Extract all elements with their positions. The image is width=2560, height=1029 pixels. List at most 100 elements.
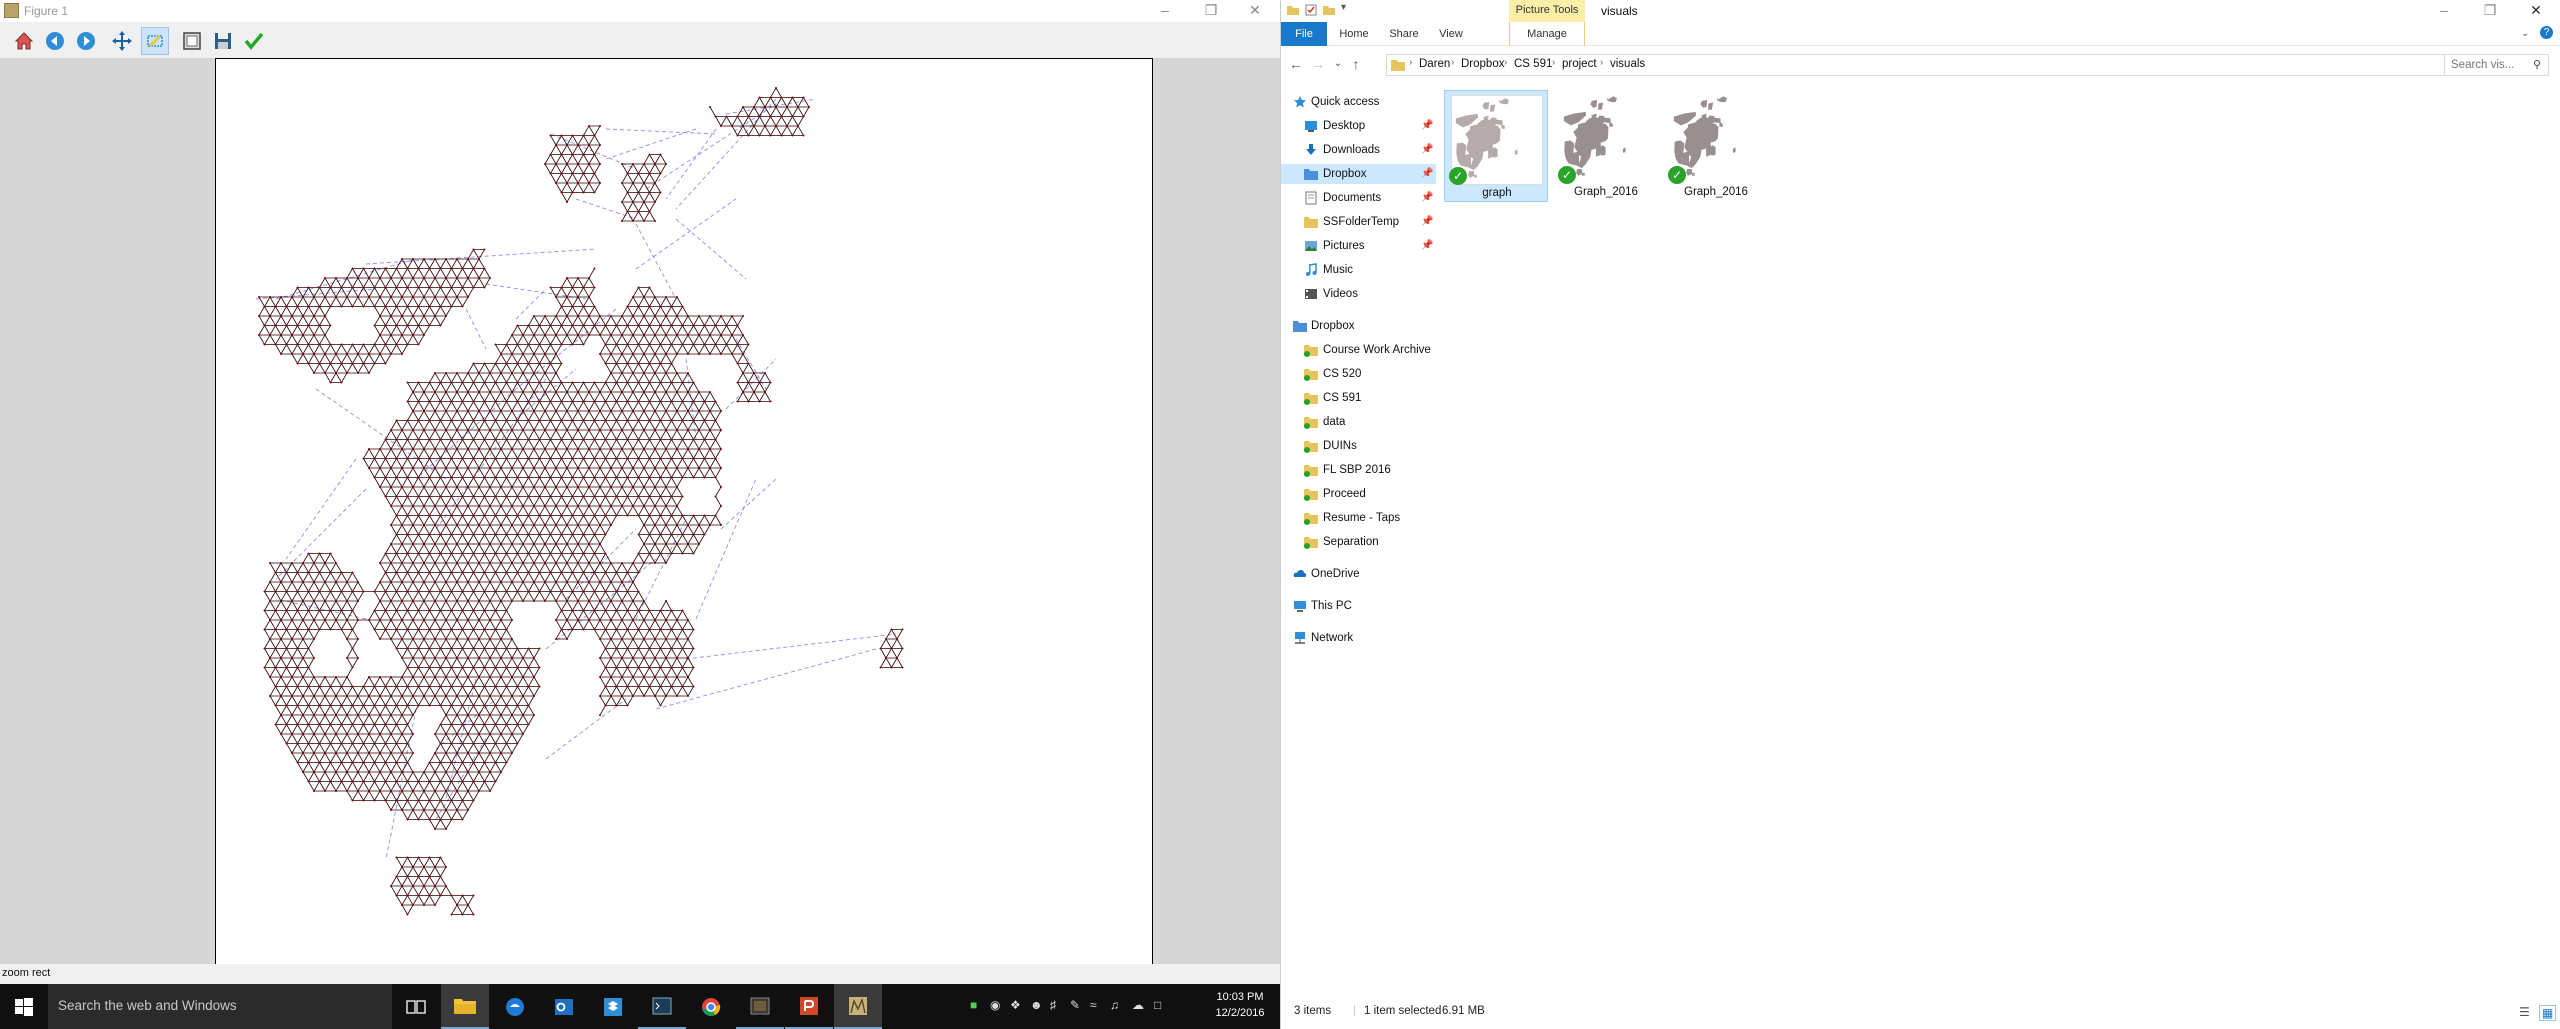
nav-dropbox-folder[interactable]: Separation xyxy=(1281,532,1436,552)
nav-dropbox-folder[interactable]: CS 520 xyxy=(1281,364,1436,384)
tray-lock-icon[interactable]: ◉ xyxy=(990,998,1000,1012)
nav-videos[interactable]: Videos xyxy=(1281,284,1436,304)
taskbar-chrome[interactable] xyxy=(687,984,735,1029)
nav-this-pc[interactable]: This PC xyxy=(1281,596,1436,616)
nav-dropbox-folder[interactable]: DUINs xyxy=(1281,436,1436,456)
close-button[interactable]: ✕ xyxy=(1232,0,1278,22)
nav-quick-access[interactable]: Quick access xyxy=(1281,92,1436,112)
windows-logo-icon xyxy=(15,997,33,1016)
explorer-maximize-button[interactable]: ❐ xyxy=(2467,0,2513,22)
properties-icon[interactable] xyxy=(1305,4,1317,16)
taskbar-edge[interactable] xyxy=(491,984,539,1029)
tab-file[interactable]: File xyxy=(1281,22,1327,46)
nav-pictures[interactable]: Pictures 📌 xyxy=(1281,236,1436,256)
nav-ssfoldertemp[interactable]: SSFolderTemp 📌 xyxy=(1281,212,1436,232)
nav-dropbox-folder[interactable]: Course Work Archive xyxy=(1281,340,1436,360)
ribbon-expand-icon[interactable]: ⌄ xyxy=(2521,28,2529,39)
thumbnail-region xyxy=(1701,113,1707,119)
pin-icon: 📌 xyxy=(1421,192,1434,203)
taskbar-dropbox[interactable] xyxy=(589,984,637,1029)
task-view-button[interactable] xyxy=(392,984,440,1029)
tab-share[interactable]: Share xyxy=(1381,22,1427,46)
nav-onedrive[interactable]: OneDrive xyxy=(1281,564,1436,584)
taskbar-outlook[interactable] xyxy=(540,984,588,1029)
taskbar-search[interactable]: Search the web and Windows xyxy=(48,984,392,1029)
dashed-edge xyxy=(445,678,477,800)
breadcrumb-visuals[interactable]: visuals xyxy=(1610,58,1645,70)
thumbnail-graph xyxy=(1563,96,1626,176)
edit-button[interactable] xyxy=(240,27,268,55)
new-folder-icon[interactable] xyxy=(1323,4,1335,16)
large-icons-view-icon[interactable]: ▦ xyxy=(2539,1005,2557,1021)
save-button[interactable] xyxy=(209,27,237,55)
nav-desktop[interactable]: Desktop 📌 xyxy=(1281,116,1436,136)
explorer-minimize-button[interactable]: – xyxy=(2421,0,2467,22)
search-box[interactable]: ⚲ xyxy=(2444,54,2549,76)
tray-dropbox-icon[interactable]: ❖ xyxy=(1010,998,1021,1012)
sync-status-icon: ✓ xyxy=(1558,166,1576,184)
home-button[interactable] xyxy=(10,27,38,55)
taskbar-media[interactable] xyxy=(736,984,784,1029)
file-item-graph-2016-b[interactable]: ✓ Graph_2016 xyxy=(1664,90,1768,202)
tab-home[interactable]: Home xyxy=(1331,22,1377,46)
pan-button[interactable] xyxy=(108,27,136,55)
back-button[interactable] xyxy=(41,27,69,55)
search-input[interactable] xyxy=(2445,55,2525,75)
explorer-close-button[interactable]: ✕ xyxy=(2513,0,2559,22)
breadcrumb-daren[interactable]: Daren xyxy=(1419,58,1450,70)
downloads-icon xyxy=(1306,144,1316,155)
forward-button[interactable] xyxy=(72,27,100,55)
taskbar-file-explorer[interactable] xyxy=(441,984,489,1029)
start-button[interactable] xyxy=(0,984,48,1029)
nav-dropbox-folder[interactable]: Resume - Taps xyxy=(1281,508,1436,528)
tray-pen-icon[interactable]: ✎ xyxy=(1070,998,1080,1012)
tray-people-icon[interactable]: ☻ xyxy=(1030,998,1043,1012)
navigation-pane: Quick access Desktop 📌 Downloads 📌 Dropb… xyxy=(1281,84,1436,984)
nav-dropbox-pinned[interactable]: Dropbox 📌 xyxy=(1281,164,1436,184)
nav-music[interactable]: Music xyxy=(1281,260,1436,280)
minimize-button[interactable]: – xyxy=(1142,0,1188,22)
nav-dropbox[interactable]: Dropbox xyxy=(1281,316,1436,336)
up-button[interactable]: ↑ xyxy=(1346,54,1366,74)
nav-dropbox-folder[interactable]: data xyxy=(1281,412,1436,432)
tray-bluetooth-icon[interactable]: ♯ xyxy=(1050,998,1056,1012)
tab-view[interactable]: View xyxy=(1431,22,1471,46)
breadcrumb-dropbox[interactable]: Dropbox xyxy=(1461,58,1504,70)
nav-network[interactable]: Network xyxy=(1281,628,1436,648)
onedrive-tray-icon[interactable]: ☁ xyxy=(1132,998,1144,1012)
taskbar-terminal[interactable] xyxy=(638,984,686,1029)
figure-toolbar xyxy=(0,22,1280,58)
taskbar-powerpoint[interactable] xyxy=(785,984,833,1029)
plot-axes[interactable] xyxy=(215,58,1153,964)
folder-icon[interactable] xyxy=(1287,4,1299,16)
forward-nav-button[interactable]: → xyxy=(1308,54,1328,74)
file-item-graph[interactable]: ✓ graph xyxy=(1444,90,1548,202)
action-center-icon[interactable]: □ xyxy=(1154,998,1161,1012)
recent-locations-button[interactable]: ⌄ xyxy=(1328,54,1348,74)
maximize-button[interactable]: ❐ xyxy=(1188,0,1234,22)
customize-qat-icon[interactable]: ▾ xyxy=(1341,2,1346,13)
tab-manage[interactable]: Manage xyxy=(1509,22,1585,46)
zoom-button[interactable] xyxy=(141,27,169,55)
volume-icon[interactable]: ♫ xyxy=(1110,998,1119,1012)
taskbar-matplotlib[interactable] xyxy=(834,984,882,1029)
details-view-icon[interactable]: ☰ xyxy=(2519,1005,2530,1019)
subplots-button[interactable] xyxy=(178,27,206,55)
nav-downloads[interactable]: Downloads 📌 xyxy=(1281,140,1436,160)
item-count: 3 items xyxy=(1294,1005,1332,1017)
nav-dropbox-folder[interactable]: CS 591 xyxy=(1281,388,1436,408)
clock[interactable]: 10:03 PM 12/2/2016 xyxy=(1210,989,1270,1021)
breadcrumb-cs591[interactable]: CS 591 xyxy=(1514,58,1552,70)
breadcrumb-project[interactable]: project xyxy=(1562,58,1597,70)
nav-dropbox-folder[interactable]: FL SBP 2016 xyxy=(1281,460,1436,480)
help-icon[interactable]: ? xyxy=(2540,26,2553,39)
back-nav-button[interactable]: ← xyxy=(1286,54,1306,74)
clock-time: 10:03 PM xyxy=(1216,991,1264,1003)
tray-app-icon[interactable]: ■ xyxy=(970,998,977,1012)
nav-documents[interactable]: Documents 📌 xyxy=(1281,188,1436,208)
address-bar[interactable]: › Daren › Dropbox › CS 591 › project › v… xyxy=(1386,54,2506,76)
nav-dropbox-folder[interactable]: Proceed xyxy=(1281,484,1436,504)
wifi-icon[interactable]: ≈ xyxy=(1090,998,1097,1012)
file-item-graph-2016[interactable]: ✓ Graph_2016 xyxy=(1554,90,1658,202)
back-icon xyxy=(46,32,64,50)
